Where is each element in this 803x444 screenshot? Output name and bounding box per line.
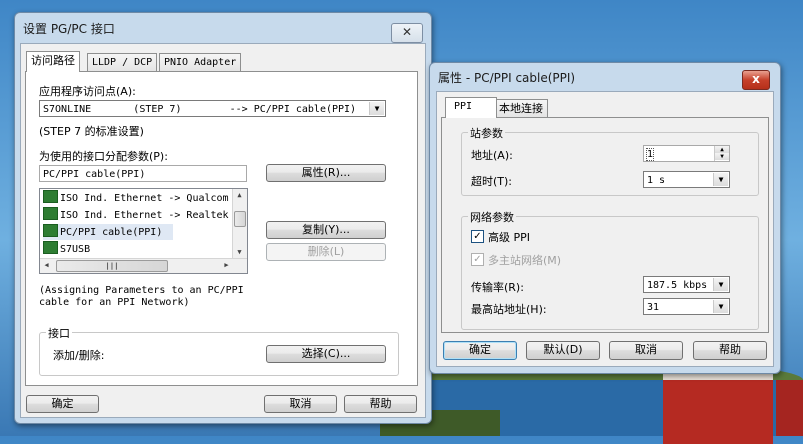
- chevron-down-icon: ▼: [713, 278, 728, 291]
- list-item[interactable]: S7USB: [43, 241, 90, 257]
- dialog-title: 属性 - PC/PPI cable(PPI): [438, 71, 576, 85]
- dialog-client-area: PPI 本地连接 站参数 地址(A): 1 ▲ ▼ 超时(T): 1 s ▼ 网…: [436, 91, 774, 367]
- scroll-thumb[interactable]: |||: [56, 260, 168, 272]
- param-assignment-label: 为使用的接口分配参数(P):: [39, 150, 168, 163]
- spin-up-icon[interactable]: ▲: [715, 146, 729, 153]
- wallpaper-red-shed: [663, 372, 773, 444]
- scroll-up-icon[interactable]: ▲: [233, 189, 246, 202]
- list-item-label: ISO Ind. Ethernet -> Realtek: [60, 210, 229, 221]
- tab-pnio-adapter[interactable]: PNIO Adapter: [159, 53, 242, 72]
- timeout-value: 1 s: [647, 175, 666, 186]
- network-adapter-icon: [43, 207, 58, 220]
- dialog-client-area: 访问路径 LLDP / DCP PNIO Adapter 应用程序访问点(A):…: [20, 43, 426, 418]
- properties-pc-ppi-dialog: 属性 - PC/PPI cable(PPI) x PPI 本地连接 站参数 地址…: [429, 62, 781, 374]
- baud-rate-value: 187.5 kbps: [647, 280, 708, 291]
- spin-down-icon[interactable]: ▼: [715, 153, 729, 160]
- network-adapter-icon: [43, 241, 58, 254]
- highest-station-value: 31: [647, 302, 660, 313]
- timeout-dropdown[interactable]: 1 s ▼: [643, 171, 730, 188]
- scroll-thumb[interactable]: [234, 211, 246, 227]
- interface-group-label: 接口: [46, 325, 72, 341]
- network-params-label: 网络参数: [468, 209, 516, 225]
- address-spinbox[interactable]: 1 ▲ ▼: [643, 145, 730, 162]
- station-params-group: 站参数 地址(A): 1 ▲ ▼ 超时(T): 1 s ▼: [461, 125, 759, 196]
- tab-lldp-dcp[interactable]: LLDP / DCP: [87, 53, 158, 72]
- ok-button[interactable]: 确定: [26, 395, 99, 413]
- add-remove-label: 添加/删除:: [53, 349, 105, 362]
- network-adapter-icon: [43, 190, 58, 203]
- help-button[interactable]: 帮助: [344, 395, 417, 413]
- list-item-label: PC/PPI cable(PPI): [60, 227, 163, 238]
- network-params-group: 网络参数 ✓ 高级 PPI ✓ 多主站网络(M) 传输率(R): 187.5 k…: [461, 209, 759, 330]
- list-item-selected[interactable]: PC/PPI cable(PPI): [43, 224, 173, 240]
- chevron-down-icon: ▼: [369, 102, 384, 115]
- address-value: 1: [645, 148, 655, 161]
- wallpaper-red-shed: [776, 380, 803, 436]
- close-button[interactable]: ✕: [391, 23, 423, 43]
- copy-button[interactable]: 复制(Y)...: [266, 221, 386, 239]
- chevron-down-icon: ▼: [713, 173, 728, 186]
- advanced-ppi-label: 高级 PPI: [488, 231, 531, 244]
- properties-button[interactable]: 属性(R)...: [266, 164, 386, 182]
- standard-setting-text: (STEP 7 的标准设置): [39, 125, 144, 138]
- baud-rate-dropdown[interactable]: 187.5 kbps ▼: [643, 276, 730, 293]
- scroll-left-icon[interactable]: ◀: [40, 259, 53, 272]
- highest-station-dropdown[interactable]: 31 ▼: [643, 298, 730, 315]
- tab-access-path[interactable]: 访问路径: [26, 51, 80, 72]
- tab-local-connection[interactable]: 本地连接: [494, 99, 548, 118]
- close-button[interactable]: x: [742, 70, 770, 90]
- cancel-button[interactable]: 取消: [264, 395, 337, 413]
- scroll-right-icon[interactable]: ▶: [220, 259, 233, 272]
- tab-ppi[interactable]: PPI: [445, 97, 497, 118]
- list-item[interactable]: ISO Ind. Ethernet -> Realtek: [43, 207, 229, 223]
- set-pgpc-interface-dialog: 设置 PG/PC 接口 ✕ 访问路径 LLDP / DCP PNIO Adapt…: [14, 12, 432, 424]
- delete-button[interactable]: 删除(L): [266, 243, 386, 261]
- access-point-value: S7ONLINE (STEP 7) --> PC/PPI cable(PPI): [43, 104, 357, 115]
- address-label: 地址(A):: [471, 149, 513, 162]
- access-point-dropdown[interactable]: S7ONLINE (STEP 7) --> PC/PPI cable(PPI) …: [39, 100, 386, 117]
- access-point-label: 应用程序访问点(A):: [39, 85, 136, 98]
- cancel-button[interactable]: 取消: [609, 341, 683, 360]
- default-button[interactable]: 默认(D): [526, 341, 600, 360]
- timeout-label: 超时(T):: [471, 175, 513, 188]
- spin-arrows[interactable]: ▲ ▼: [714, 146, 729, 161]
- highest-station-label: 最高站地址(H):: [471, 303, 547, 316]
- baud-rate-label: 传输率(R):: [471, 281, 524, 294]
- dialog-title: 设置 PG/PC 接口: [23, 22, 115, 36]
- param-assignment-field[interactable]: PC/PPI cable(PPI): [39, 165, 247, 182]
- list-item-label: ISO Ind. Ethernet -> Qualcom: [60, 193, 229, 204]
- network-adapter-icon: [43, 224, 58, 237]
- station-params-label: 站参数: [468, 125, 505, 141]
- help-button[interactable]: 帮助: [693, 341, 767, 360]
- interface-list[interactable]: ISO Ind. Ethernet -> Qualcom ISO Ind. Et…: [39, 188, 248, 274]
- ok-button[interactable]: 确定: [443, 341, 517, 360]
- list-item-label: S7USB: [60, 244, 91, 255]
- ppi-panel: 站参数 地址(A): 1 ▲ ▼ 超时(T): 1 s ▼ 网络参数 ✓ 高级 …: [441, 117, 769, 333]
- description-line-2: cable for an PPI Network): [39, 297, 190, 308]
- vertical-scrollbar[interactable]: ▲ ▼: [232, 189, 247, 259]
- multimaster-label: 多主站网络(M): [488, 254, 562, 267]
- list-item[interactable]: ISO Ind. Ethernet -> Qualcom: [43, 190, 229, 206]
- access-path-panel: 应用程序访问点(A): S7ONLINE (STEP 7) --> PC/PPI…: [25, 71, 418, 386]
- chevron-down-icon: ▼: [713, 300, 728, 313]
- description-line-1: (Assigning Parameters to an PC/PPI: [39, 285, 244, 296]
- advanced-ppi-checkbox[interactable]: ✓: [471, 230, 484, 243]
- multimaster-checkbox[interactable]: ✓: [471, 253, 484, 266]
- select-button[interactable]: 选择(C)...: [266, 345, 386, 363]
- interface-group: 接口 添加/删除: 选择(C)...: [39, 325, 399, 376]
- horizontal-scrollbar[interactable]: ◀ ||| ▶: [40, 258, 247, 273]
